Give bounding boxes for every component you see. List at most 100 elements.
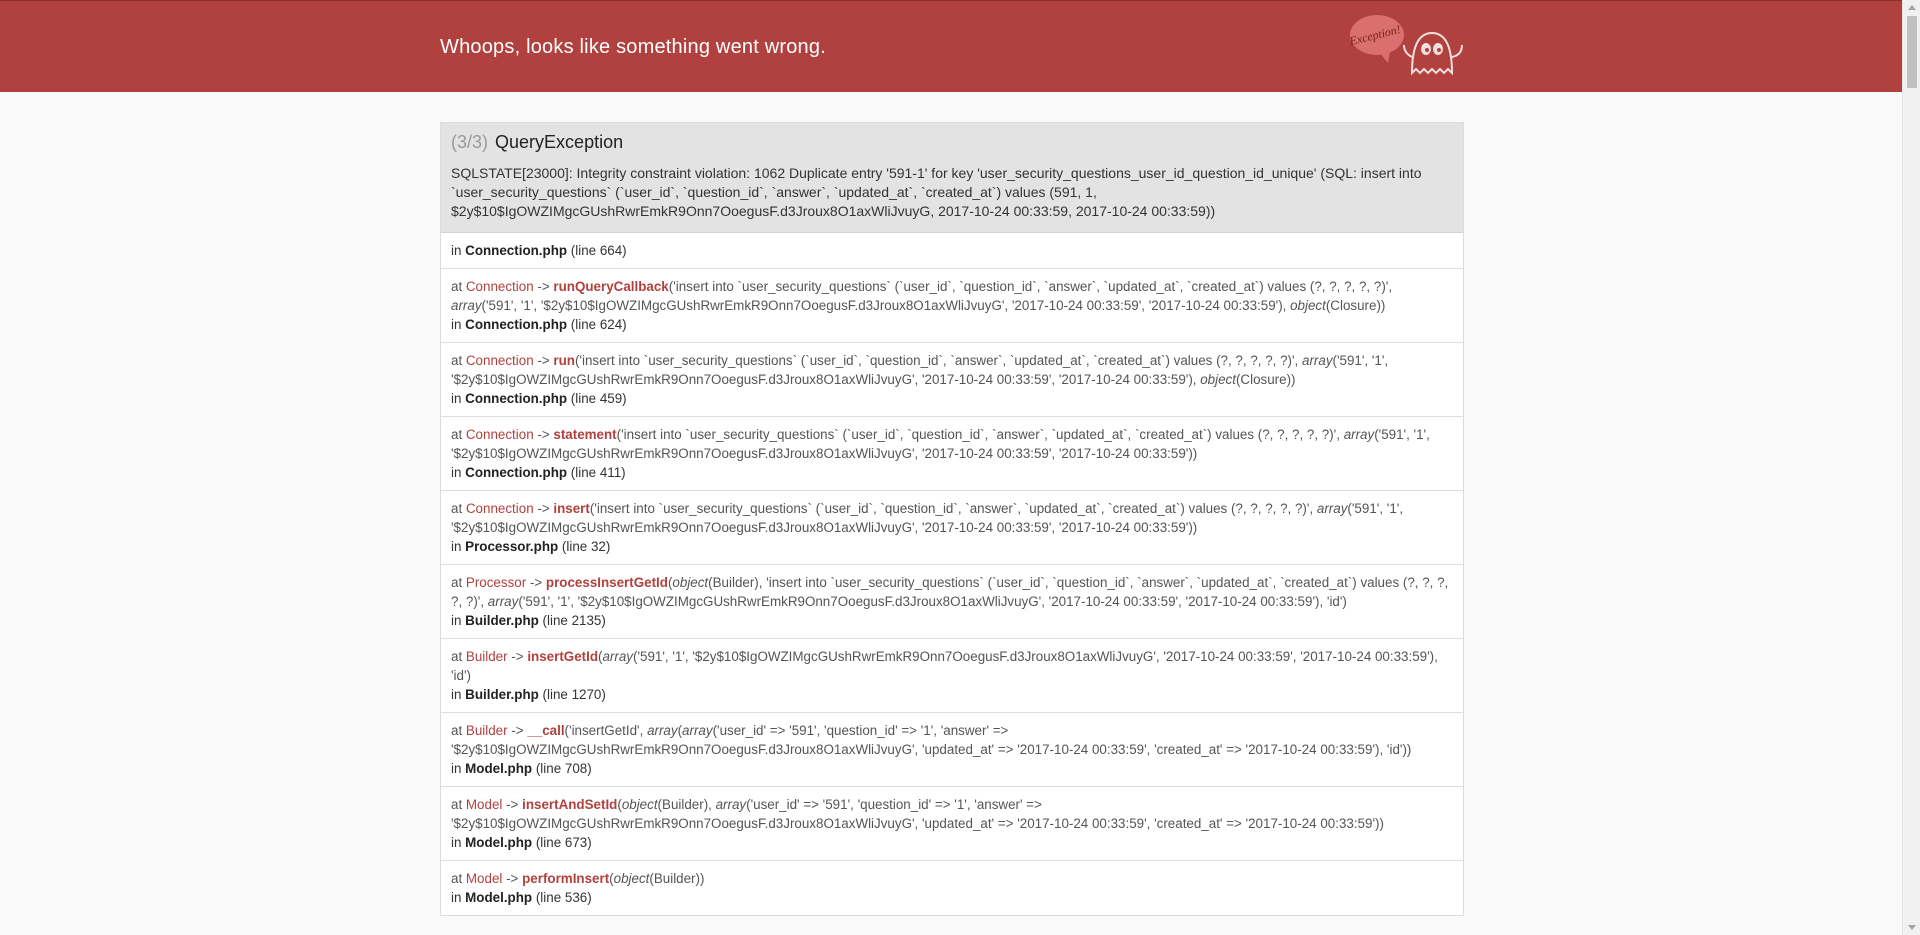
frame-arrow: -> — [502, 797, 523, 812]
frame-method: __call — [527, 723, 565, 738]
stack-frame: at Model -> insertAndSetId(object(Builde… — [441, 787, 1463, 861]
frame-file: Model.php — [465, 761, 533, 776]
page-title: Whoops, looks like something went wrong. — [440, 36, 826, 58]
frame-args: (array('591', '1', '$2y$10$IgOWZIMgcGUsh… — [451, 649, 1438, 683]
frame-in: in — [451, 890, 466, 905]
frame-in: in — [451, 539, 466, 554]
exception-header: (3/3) QueryException SQLSTATE[23000]: In… — [441, 123, 1463, 233]
frame-location: in Connection.php (line 411) — [451, 463, 1453, 482]
frame-arrow: -> — [502, 871, 523, 886]
frame-method: statement — [553, 427, 617, 442]
frame-method: runQueryCallback — [553, 279, 669, 294]
frame-file: Connection.php — [465, 317, 568, 332]
frame-file: Connection.php — [465, 391, 568, 406]
frame-class: Model — [465, 797, 503, 812]
frame-method: insert — [553, 501, 590, 516]
frame-call: at Connection -> insert('insert into `us… — [451, 499, 1453, 537]
frame-at: at — [451, 649, 466, 664]
stack-frame: at Processor -> processInsertGetId(objec… — [441, 565, 1463, 639]
frame-method: performInsert — [522, 871, 610, 886]
frame-in: in — [451, 613, 466, 628]
frame-args: ('insert into `user_security_questions` … — [451, 501, 1404, 535]
frame-file: Builder.php — [465, 687, 539, 702]
frame-class: Connection — [465, 427, 534, 442]
frame-line: (line 708) — [535, 761, 592, 776]
exception-title: (3/3) QueryException — [451, 132, 1453, 153]
stack-frame: at Builder -> __call('insertGetId', arra… — [441, 713, 1463, 787]
frame-in: in — [451, 465, 466, 480]
frame-line: (line 1270) — [542, 687, 606, 702]
frame-class: Builder — [465, 723, 508, 738]
stack-frame: at Connection -> insert('insert into `us… — [441, 491, 1463, 565]
error-header: Whoops, looks like something went wrong.… — [0, 0, 1902, 92]
frame-arrow: -> — [533, 427, 554, 442]
frame-line: (line 673) — [535, 835, 592, 850]
frame-class: Connection — [465, 279, 534, 294]
frame-file: Connection.php — [465, 243, 568, 258]
vertical-scrollbar[interactable] — [1902, 0, 1920, 935]
frame-class: Model — [465, 871, 503, 886]
frame-arrow: -> — [507, 649, 528, 664]
stack-frame: at Model -> performInsert(object(Builder… — [441, 861, 1463, 915]
frame-location: in Connection.php (line 664) — [451, 241, 1453, 260]
frame-line: (line 2135) — [542, 613, 606, 628]
frame-file: Processor.php — [465, 539, 559, 554]
frame-location: in Connection.php (line 624) — [451, 315, 1453, 334]
frame-location: in Connection.php (line 459) — [451, 389, 1453, 408]
frame-class: Connection — [465, 501, 534, 516]
frame-class: Connection — [465, 353, 534, 368]
frame-in: in — [451, 243, 466, 258]
scrollbar-thumb[interactable] — [1907, 16, 1917, 88]
frame-in: in — [451, 761, 466, 776]
stack-frame: at Connection -> statement('insert into … — [441, 417, 1463, 491]
frame-file: Model.php — [465, 835, 533, 850]
frame-location: in Builder.php (line 2135) — [451, 611, 1453, 630]
frame-line: (line 664) — [570, 243, 627, 258]
frame-call: at Model -> insertAndSetId(object(Builde… — [451, 795, 1453, 833]
frame-args: (object(Builder)) — [609, 871, 705, 886]
frame-arrow: -> — [533, 353, 554, 368]
frame-call: at Connection -> runQueryCallback('inser… — [451, 277, 1453, 315]
frame-in: in — [451, 687, 466, 702]
stack-frame: at Connection -> runQueryCallback('inser… — [441, 269, 1463, 343]
frame-call: at Connection -> statement('insert into … — [451, 425, 1453, 463]
frame-call: at Builder -> insertGetId(array('591', '… — [451, 647, 1453, 685]
frame-location: in Builder.php (line 1270) — [451, 685, 1453, 704]
scroll-down-arrow-icon[interactable] — [1908, 925, 1916, 930]
frame-line: (line 411) — [570, 465, 626, 480]
frame-location: in Processor.php (line 32) — [451, 537, 1453, 556]
frame-location: in Model.php (line 708) — [451, 759, 1453, 778]
frame-method: run — [553, 353, 575, 368]
frame-at: at — [451, 279, 466, 294]
frame-call: at Connection -> run('insert into `user_… — [451, 351, 1453, 389]
frame-location: in Model.php (line 536) — [451, 888, 1453, 907]
exception-message: SQLSTATE[23000]: Integrity constraint vi… — [451, 165, 1422, 219]
frame-method: processInsertGetId — [545, 575, 668, 590]
scroll-up-arrow-icon[interactable] — [1908, 5, 1916, 10]
frame-at: at — [451, 501, 466, 516]
stack-frame: at Connection -> run('insert into `user_… — [441, 343, 1463, 417]
stack-trace: in Connection.php (line 664) at Connectio… — [441, 233, 1463, 915]
frame-in: in — [451, 835, 466, 850]
frame-file: Connection.php — [465, 465, 568, 480]
frame-method: insertAndSetId — [522, 797, 618, 812]
frame-file: Builder.php — [465, 613, 539, 628]
frame-method: insertGetId — [527, 649, 598, 664]
exception-panel: (3/3) QueryException SQLSTATE[23000]: In… — [440, 122, 1464, 916]
frame-args: ('insert into `user_security_questions` … — [451, 353, 1389, 387]
frame-at: at — [451, 575, 466, 590]
frame-call: at Builder -> __call('insertGetId', arra… — [451, 721, 1453, 759]
frame-arrow: -> — [507, 723, 528, 738]
exception-count: (3/3) — [451, 132, 489, 152]
frame-location: in Model.php (line 673) — [451, 833, 1453, 852]
frame-at: at — [451, 723, 466, 738]
frame-at: at — [451, 427, 466, 442]
frame-at: at — [451, 353, 466, 368]
stack-frame: in Connection.php (line 664) — [441, 233, 1463, 269]
frame-line: (line 459) — [570, 391, 627, 406]
frame-line: (line 32) — [561, 539, 611, 554]
frame-arrow: -> — [526, 575, 546, 590]
frame-file: Model.php — [465, 890, 533, 905]
frame-arrow: -> — [533, 279, 554, 294]
frame-at: at — [451, 797, 466, 812]
